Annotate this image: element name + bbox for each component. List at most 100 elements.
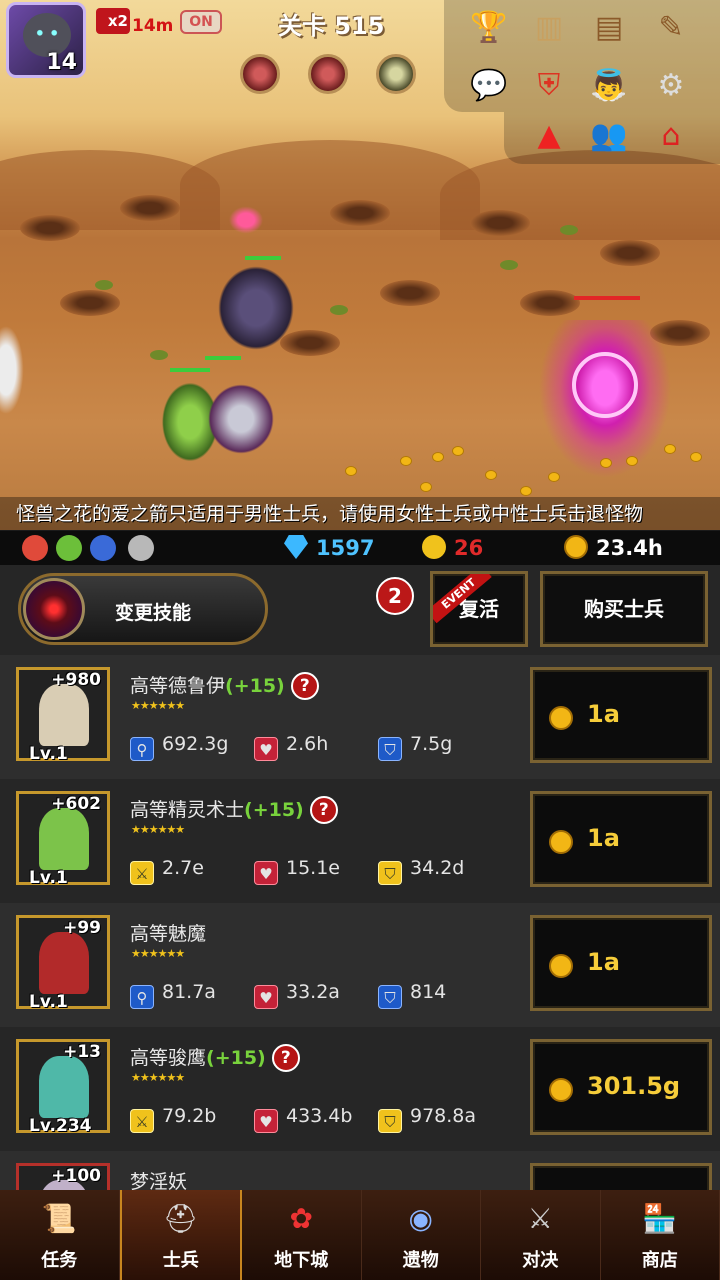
friends-icon[interactable]: 👥 — [586, 112, 632, 158]
info-icon[interactable]: ? — [290, 672, 319, 700]
upgrade-count: +13 — [63, 1042, 101, 1062]
team-member-icon[interactable] — [56, 535, 82, 561]
soldier-portrait[interactable]: +602 Lv.1 — [16, 791, 110, 888]
team-member-icon[interactable] — [90, 535, 116, 561]
upgrade-count: +100 — [51, 1166, 101, 1186]
rock-buff-icon[interactable] — [376, 54, 416, 94]
revive-button[interactable]: EVENT 复活 — [430, 571, 528, 647]
monster-flower-icon: ✿ — [289, 1202, 313, 1235]
gold-coin-icon — [549, 706, 573, 730]
info-icon[interactable]: ? — [271, 1044, 300, 1072]
tab-label: 士兵 — [162, 1250, 199, 1271]
auto-toggle[interactable]: ON — [180, 10, 222, 34]
upgrade-buy-button[interactable]: 301.5g — [530, 1039, 712, 1135]
star-rating: ★★★★★★ — [131, 699, 185, 712]
heart-icon: ♥ — [254, 737, 278, 761]
soldier-portrait[interactable]: +980 Lv.1 — [16, 667, 110, 764]
soldier-name: 高等精灵术士(+15)? — [130, 795, 338, 824]
settings-gear-icon[interactable]: ⚙ — [648, 62, 694, 108]
upgrade-count: +602 — [51, 794, 101, 814]
bottom-nav: 📜 任务 ⛑ 士兵 ✿ 地下城 ◉ 遗物 ⚔ 对决 🏪 商店 — [0, 1190, 720, 1280]
soldier-portrait[interactable]: +100 — [16, 1163, 110, 1190]
tab-relics[interactable]: ◉ 遗物 — [362, 1190, 481, 1280]
soldier-name: 梦淫妖 — [130, 1171, 188, 1190]
angel-icon[interactable]: 👼 — [586, 62, 632, 108]
tab-label: 遗物 — [402, 1250, 439, 1271]
tab-quests[interactable]: 📜 任务 — [0, 1190, 120, 1280]
flower-debuff-icon[interactable] — [308, 54, 348, 94]
guild-shield-icon[interactable]: ⛨ — [526, 62, 572, 108]
boost-timer: 14m — [132, 16, 174, 36]
sword-icon: ⚔ — [130, 1109, 154, 1133]
attack-stat: ⚔ 79.2b — [130, 1103, 216, 1133]
tab-dungeon[interactable]: ✿ 地下城 — [242, 1190, 362, 1280]
soldier-level: Lv.1 — [29, 992, 68, 1012]
buy-soldier-label: 购买士兵 — [584, 597, 664, 621]
change-skill-button[interactable]: 变更技能 — [18, 573, 268, 645]
upgrade-buy-button[interactable] — [530, 1163, 712, 1190]
defense-stat: ⛉ 7.5g — [378, 731, 452, 761]
tab-duel[interactable]: ⚔ 对决 — [481, 1190, 601, 1280]
chat-icon[interactable]: 💬 — [466, 62, 512, 108]
edit-book-icon[interactable]: ✎ — [648, 4, 694, 50]
tab-shop[interactable]: 🏪 商店 — [601, 1190, 720, 1280]
action-row: 变更技能 2 EVENT 复活 购买士兵 — [0, 565, 720, 655]
soldier-level: Lv.1 — [29, 744, 68, 764]
health-stat: ♥ 433.4b — [254, 1103, 352, 1133]
druid-portrait-icon — [39, 684, 89, 746]
upgrade-count: +980 — [51, 670, 101, 690]
soldier-row: +99 Lv.1 高等魅魔 ★★★★★★ ⚲ 81.7a ♥ 33.2a ⛉ 814 … — [0, 903, 720, 1027]
house-icon[interactable]: ⌂ — [648, 112, 694, 158]
news-ticker: 怪兽之花的爱之箭只适用于男性士兵，请使用女性士兵或中性士兵击退怪物 — [0, 497, 720, 530]
helmet-icon: ⛑ — [162, 1202, 199, 1235]
medal-counter: 26 — [422, 531, 483, 565]
flower-debuff-icon[interactable] — [240, 54, 280, 94]
team-member-icon[interactable] — [22, 535, 48, 561]
upgrade-buy-button[interactable]: 1a — [530, 791, 712, 887]
background-hill — [180, 140, 480, 230]
soldier-name: 高等德鲁伊(+15)? — [130, 671, 319, 700]
buy-soldier-button[interactable]: 购买士兵 — [540, 571, 708, 647]
tab-label: 商店 — [641, 1250, 678, 1271]
upgrade-buy-button[interactable]: 1a — [530, 667, 712, 763]
gold-shield-icon: ⛉ — [378, 861, 402, 885]
soldier-row: +100 梦淫妖 — [0, 1151, 720, 1190]
warning-triangle-icon[interactable]: ▲ — [526, 112, 572, 158]
team-member-icon[interactable] — [128, 535, 154, 561]
health-stat: ♥ 33.2a — [254, 979, 340, 1009]
info-icon[interactable]: ? — [309, 796, 338, 824]
soldier-row: +13 Lv.234 高等骏鹰(+15)? ★★★★★★ ⚔ 79.2b ♥ 433… — [0, 1027, 720, 1151]
tab-soldiers[interactable]: ⛑ 士兵 — [119, 1190, 242, 1280]
gem-counter: 1597 — [284, 531, 374, 565]
star-rating: ★★★★★★ — [131, 947, 185, 960]
demon-soldier-unit — [206, 382, 276, 456]
player-avatar[interactable]: 14 — [6, 2, 86, 78]
gold-coin-icon — [549, 1078, 573, 1102]
elf-mage-portrait-icon — [39, 808, 89, 870]
staff-icon: ⚲ — [130, 985, 154, 1009]
star-rating: ★★★★★★ — [131, 1071, 185, 1084]
soldier-bonus: (+15) — [244, 799, 304, 821]
tab-label: 地下城 — [274, 1250, 329, 1271]
quest-book-icon[interactable]: ▤ — [586, 4, 632, 50]
price: 1a — [587, 824, 620, 852]
speed-boost-button[interactable]: x2 — [96, 8, 130, 34]
defense-stat: ⛉ 978.8a — [378, 1103, 476, 1133]
skill-eye-icon — [23, 578, 85, 640]
upgrade-buy-button[interactable]: 1a — [530, 915, 712, 1011]
soldier-row: +602 Lv.1 高等精灵术士(+15)? ★★★★★★ ⚔ 2.7e ♥ 15.… — [0, 779, 720, 903]
attack-stat: ⚲ 81.7a — [130, 979, 216, 1009]
staff-icon: ⚲ — [130, 737, 154, 761]
resource-bar: 1597 26 23.4h — [0, 531, 720, 565]
star-rating: ★★★★★★ — [131, 823, 185, 836]
soldier-portrait[interactable]: +13 Lv.234 — [16, 1039, 110, 1136]
soldier-portrait[interactable]: +99 Lv.1 — [16, 915, 110, 1012]
soldier-list: +980 Lv.1 高等德鲁伊(+15)? ★★★★★★ ⚲ 692.3g ♥ 2.… — [0, 655, 720, 1190]
notification-badge: 2 — [376, 577, 414, 615]
speed-label: x2 — [107, 12, 128, 30]
ranking-podium-icon[interactable]: ▥ — [526, 4, 572, 50]
health-stat: ♥ 15.1e — [254, 855, 340, 885]
gold-rate: 23.4h — [596, 536, 663, 560]
trophy-icon[interactable]: 🏆 — [466, 4, 512, 50]
tab-label: 任务 — [41, 1250, 78, 1271]
